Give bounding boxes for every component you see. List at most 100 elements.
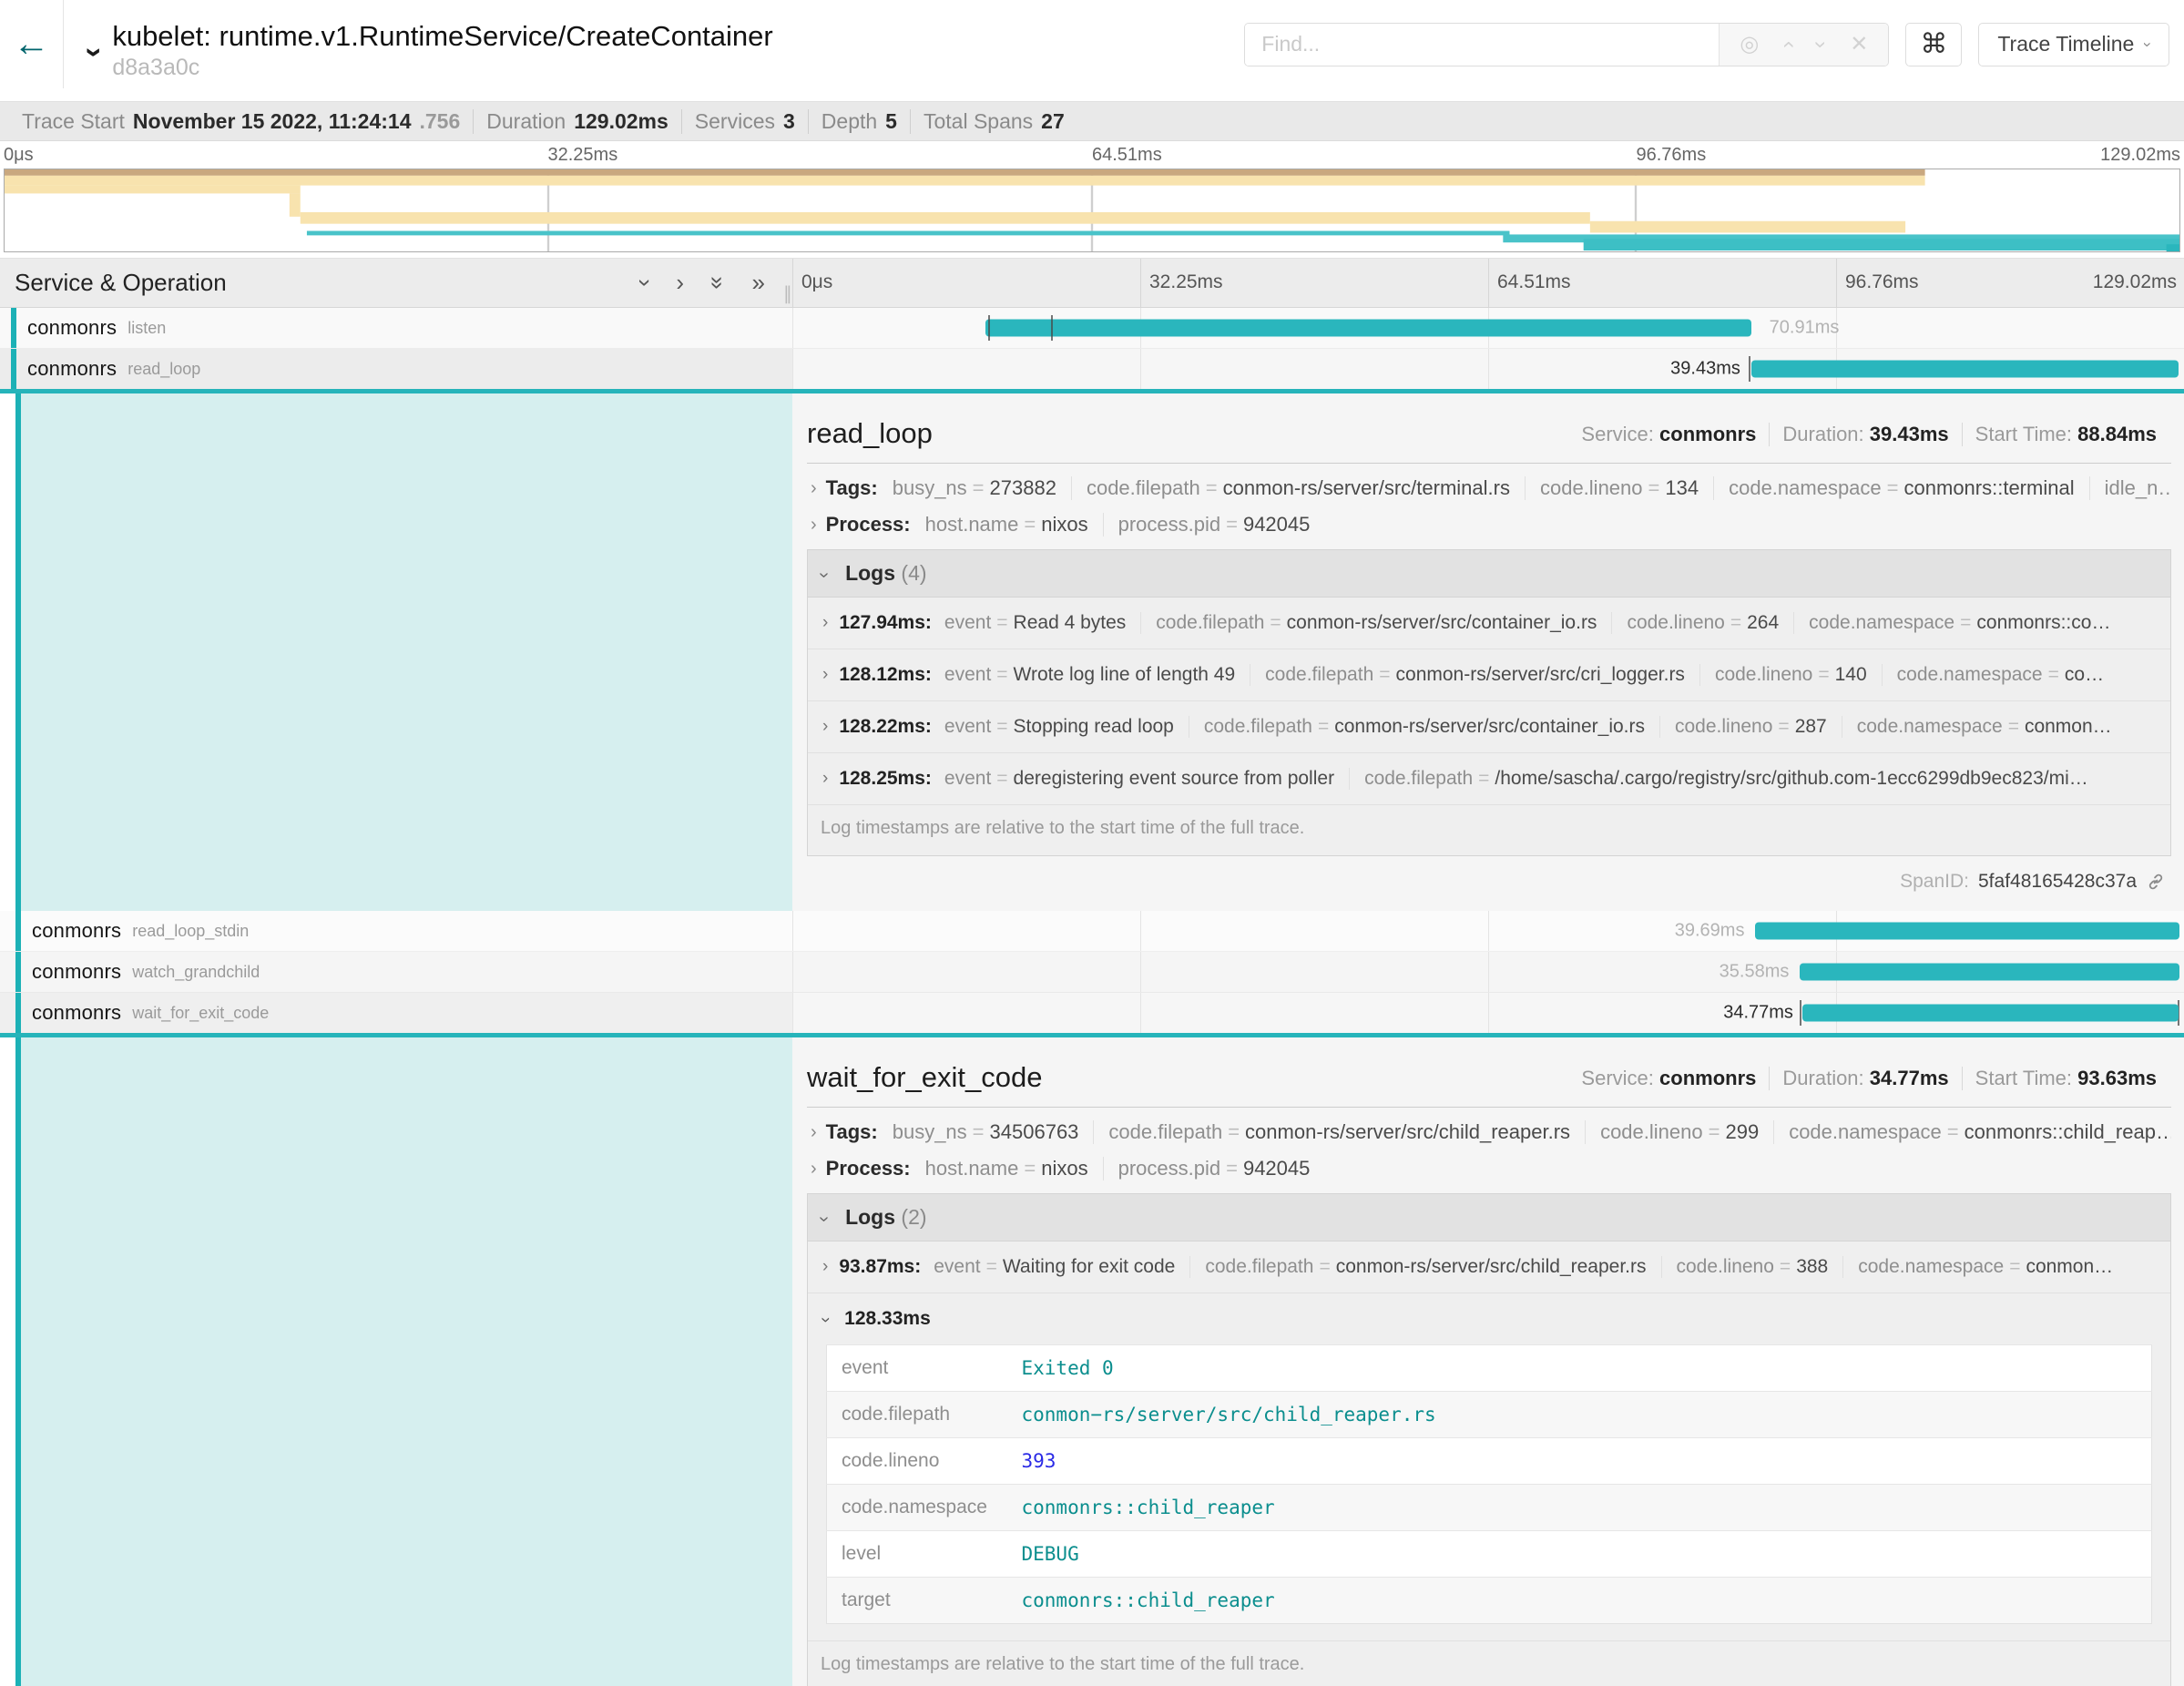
expand-one-icon[interactable]: ›	[676, 269, 684, 297]
detail-duration: Duration: 39.43ms	[1769, 423, 1961, 446]
table-row: code.lineno 393	[827, 1438, 2152, 1485]
tags-row[interactable]: › Tags: busy_ns=34506763 code.filepath=c…	[807, 1120, 2171, 1144]
log-entry[interactable]: › 128.12ms: event=Wrote log line of leng…	[808, 649, 2170, 700]
span-detail-read-loop: read_loop Service: conmonrs Duration: 39…	[0, 393, 2184, 911]
chevron-right-icon: ›	[811, 1159, 817, 1180]
process-row[interactable]: › Process: host.name=nixos process.pid=9…	[807, 1157, 2171, 1180]
service-name: conmonrs	[27, 316, 117, 340]
log-entry[interactable]: › 128.22ms: event=Stopping read loop cod…	[808, 700, 2170, 752]
view-dropdown-button[interactable]: Trace Timeline ›	[1978, 23, 2169, 66]
span-bar[interactable]	[1800, 964, 2179, 981]
column-resizer[interactable]: ∥	[783, 282, 792, 305]
logs-footnote: Log timestamps are relative to the start…	[808, 1640, 2170, 1686]
process-row[interactable]: › Process: host.name=nixos process.pid=9…	[807, 513, 2171, 536]
logs-section: › Logs (2) › 93.87ms: event=Waiting for …	[807, 1193, 2171, 1686]
span-color-accent	[15, 993, 21, 1033]
prev-result-icon[interactable]: ›	[1775, 41, 1801, 48]
timeline-minimap[interactable]: 0μs 32.25ms 64.51ms 96.76ms 129.02ms	[0, 141, 2184, 252]
span-timeline-cell[interactable]: 70.91ms	[792, 308, 2184, 348]
span-name-cell[interactable]: conmonrs read_loop_stdin	[0, 911, 792, 951]
minimap-spans-graphic	[5, 169, 2179, 251]
service-name: conmonrs	[32, 919, 121, 943]
find-group: ◎ › › ✕	[1244, 23, 1889, 66]
chevron-down-icon[interactable]: ›	[77, 47, 112, 57]
chevron-right-icon: ›	[822, 665, 828, 685]
span-row-wait-for-exit-code[interactable]: conmonrs wait_for_exit_code 34.77ms	[0, 993, 2184, 1037]
span-color-accent	[15, 393, 21, 911]
span-duration-label: 34.77ms	[1723, 1003, 1793, 1024]
keyboard-shortcuts-button[interactable]: ⌘	[1905, 23, 1962, 66]
table-row: code.namespace conmonrs::child_reaper	[827, 1485, 2152, 1531]
copy-link-icon[interactable]	[2146, 872, 2166, 892]
chevron-right-icon: ›	[822, 613, 828, 633]
back-arrow-icon: ←	[14, 24, 50, 65]
header-toolbar: ◎ › › ✕ ⌘ Trace Timeline ›	[1244, 23, 2184, 66]
trace-duration: Duration129.02ms	[473, 109, 681, 134]
collapse-one-icon[interactable]: ›	[631, 279, 659, 287]
span-name-cell[interactable]: conmonrs listen	[0, 308, 792, 348]
span-bar[interactable]	[1755, 923, 2179, 940]
child-span-tick	[1051, 315, 1053, 341]
span-duration-label: 35.58ms	[1720, 962, 1790, 983]
span-timeline-cell[interactable]: 39.43ms	[792, 349, 2184, 389]
span-name-cell[interactable]: conmonrs wait_for_exit_code	[0, 993, 792, 1033]
span-color-accent	[15, 911, 21, 951]
span-timeline-cell[interactable]: 34.77ms	[792, 993, 2184, 1033]
span-timeline-cell[interactable]: 39.69ms	[792, 911, 2184, 951]
span-name-cell[interactable]: conmonrs watch_grandchild	[0, 952, 792, 992]
expand-all-icon[interactable]: »	[752, 269, 765, 297]
operation-name: read_loop_stdin	[132, 922, 249, 941]
trace-total-spans: Total Spans27	[910, 109, 1077, 134]
child-span-tick	[1749, 356, 1750, 382]
span-row-watch-grandchild[interactable]: conmonrs watch_grandchild 35.58ms	[0, 952, 2184, 993]
chevron-down-icon: ›	[813, 1216, 834, 1222]
span-detail-panel: read_loop Service: conmonrs Duration: 39…	[792, 393, 2184, 911]
logs-header[interactable]: › Logs (2)	[808, 1194, 2170, 1242]
service-operation-header: Service & Operation › › » » ∥	[0, 259, 792, 307]
span-color-accent	[15, 1037, 21, 1686]
operation-name: wait_for_exit_code	[132, 1004, 269, 1023]
span-timeline-cell[interactable]: 35.58ms	[792, 952, 2184, 992]
logs-header[interactable]: › Logs (4)	[808, 550, 2170, 598]
detail-service: Service: conmonrs	[1568, 1067, 1769, 1090]
span-duration-label: 39.69ms	[1675, 921, 1745, 942]
find-input[interactable]	[1245, 24, 1719, 66]
clear-search-icon[interactable]: ✕	[1850, 31, 1868, 57]
table-row: target conmonrs::child_reaper	[827, 1578, 2152, 1624]
log-entry[interactable]: › 127.94ms: event=Read 4 bytes code.file…	[808, 598, 2170, 649]
span-duration-label: 39.43ms	[1670, 359, 1740, 380]
next-result-icon[interactable]: ›	[1808, 41, 1833, 48]
chevron-right-icon: ›	[822, 1257, 828, 1277]
chevron-down-icon: ›	[815, 1317, 835, 1323]
span-bar[interactable]	[985, 320, 1750, 337]
chevron-right-icon: ›	[811, 515, 817, 536]
tags-row[interactable]: › Tags: busy_ns=273882 code.filepath=con…	[807, 476, 2171, 500]
back-button[interactable]: ←	[0, 0, 64, 88]
span-name-cell[interactable]: conmonrs read_loop	[0, 349, 792, 389]
scope-icon[interactable]: ◎	[1740, 31, 1759, 57]
chevron-right-icon: ›	[811, 478, 817, 499]
span-row-read-loop-stdin[interactable]: conmonrs read_loop_stdin 39.69ms	[0, 911, 2184, 952]
detail-indent-column	[0, 1037, 792, 1686]
table-row: code.filepath conmon−rs/server/src/child…	[827, 1392, 2152, 1438]
log-entry[interactable]: › 93.87ms: event=Waiting for exit code c…	[808, 1242, 2170, 1293]
columns-header: Service & Operation › › » » ∥ 0μs 32.25m…	[0, 258, 2184, 308]
span-detail-wait-for-exit-code: wait_for_exit_code Service: conmonrs Dur…	[0, 1037, 2184, 1686]
table-row: event Exited 0	[827, 1345, 2152, 1392]
span-row-read-loop[interactable]: conmonrs read_loop 39.43ms	[0, 349, 2184, 393]
trace-depth: Depth5	[808, 109, 910, 134]
view-dropdown-label: Trace Timeline	[1997, 32, 2134, 56]
span-bar[interactable]	[1751, 361, 2179, 378]
minimap-canvas[interactable]	[4, 169, 2180, 252]
table-row: level DEBUG	[827, 1531, 2152, 1578]
log-entry[interactable]: › 128.25ms: event=deregistering event so…	[808, 752, 2170, 804]
log-entry-expanded-header[interactable]: › 128.33ms	[808, 1293, 2170, 1344]
app-header: ← › kubelet: runtime.v1.RuntimeService/C…	[0, 0, 2184, 88]
logs-section: › Logs (4) › 127.94ms: event=Read 4 byte…	[807, 549, 2171, 856]
chevron-down-icon: ›	[2138, 42, 2157, 47]
service-name: conmonrs	[27, 357, 117, 381]
span-row-listen[interactable]: conmonrs listen 70.91ms	[0, 308, 2184, 349]
span-bar[interactable]	[1802, 1005, 2179, 1022]
trace-id: d8a3a0c	[112, 55, 772, 81]
collapse-all-icon[interactable]: »	[704, 276, 732, 289]
